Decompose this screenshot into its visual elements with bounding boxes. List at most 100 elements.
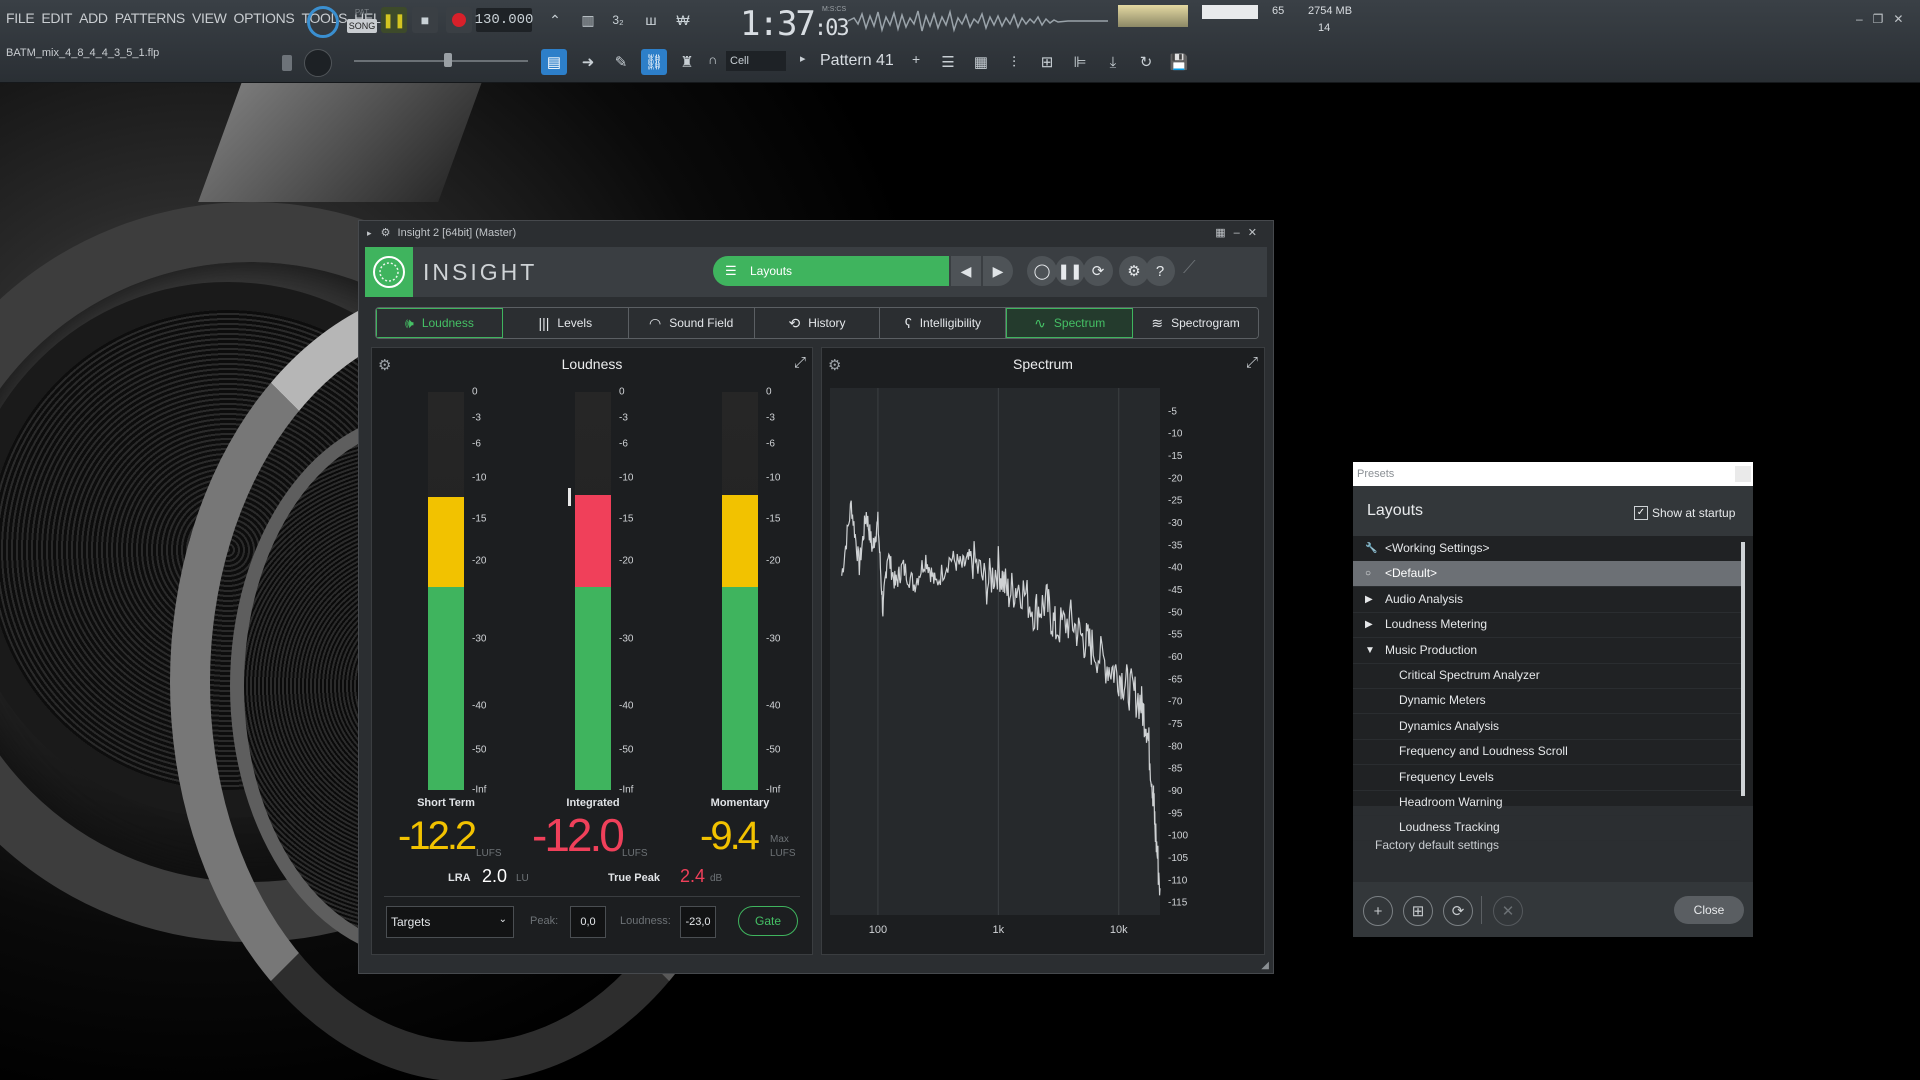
preset-item[interactable]: Headroom Warning <box>1353 790 1741 816</box>
download-icon[interactable]: ⤓ <box>1100 49 1126 75</box>
stamp-icon[interactable]: ♜ <box>674 49 700 75</box>
plugin-window-controls[interactable]: ▦–✕ <box>1215 221 1265 245</box>
tab-loudness[interactable]: 🕪 Loudness <box>376 308 503 338</box>
sync-icon[interactable]: ⟳ <box>1083 256 1113 286</box>
link-icon[interactable]: ⛓ <box>641 49 667 75</box>
play-button[interactable]: ❚❚ <box>381 7 407 33</box>
preset-item[interactable]: ▶ Audio Analysis <box>1353 587 1741 613</box>
playlist-icon[interactable]: ☰ <box>935 49 961 75</box>
previous-layout-button[interactable]: ◀ <box>951 256 981 286</box>
presets-titlebar[interactable]: Presets <box>1353 462 1753 486</box>
presets-scrollbar[interactable] <box>1741 542 1745 796</box>
x-tick-label: 10k <box>1110 924 1128 936</box>
presets-close-icon[interactable] <box>1735 466 1751 482</box>
window-controls[interactable]: –❐✕ <box>1856 12 1914 26</box>
add-pattern-icon[interactable]: + <box>912 51 920 67</box>
y-tick-label: -15 <box>1168 451 1183 462</box>
peak-target-input[interactable]: 0,0 <box>570 906 606 938</box>
plugin-picker-icon[interactable]: ⊫ <box>1067 49 1093 75</box>
loop-record-icon[interactable]: ₩ <box>670 8 696 32</box>
preset-item[interactable]: Critical Spectrum Analyzer <box>1353 663 1741 689</box>
preset-item[interactable]: Dynamics Analysis <box>1353 714 1741 740</box>
loudness-target-input[interactable]: -23,0 <box>680 906 716 938</box>
resize-grip-icon[interactable]: ◢ <box>1261 960 1269 971</box>
pause-icon[interactable]: ❚❚ <box>1055 256 1085 286</box>
tab-history[interactable]: ⟲ History <box>754 308 881 338</box>
magnet-icon[interactable]: ∩ <box>708 52 717 67</box>
close-button[interactable]: Close <box>1674 896 1744 924</box>
gate-button[interactable]: Gate <box>738 906 798 936</box>
tab-spectrogram[interactable]: ≋ Spectrogram <box>1133 308 1258 338</box>
next-layout-button[interactable]: ▶ <box>983 256 1013 286</box>
scale-tick-label: -15 <box>766 513 781 525</box>
snap-value: Cell <box>730 55 749 67</box>
help-icon[interactable]: ? <box>1145 256 1175 286</box>
targets-dropdown[interactable]: Targets ⌄ <box>386 906 514 938</box>
menu-options[interactable]: OPTIONS <box>234 10 295 26</box>
tab-intelligibility[interactable]: ʕ Intelligibility <box>880 308 1007 338</box>
tab-sound-field[interactable]: ◠ Sound Field <box>628 308 755 338</box>
add-folder-icon[interactable]: ⊞ <box>1403 896 1433 926</box>
divider <box>384 896 800 897</box>
pat-mode-label[interactable]: PAT <box>348 6 376 19</box>
mixer-icon[interactable]: ⫶ <box>1001 49 1027 75</box>
piano-roll-button[interactable]: ▤ <box>541 49 567 75</box>
tab-levels[interactable]: ||| Levels <box>502 308 629 338</box>
master-volume-knob[interactable] <box>304 49 332 77</box>
momentary-meter <box>722 392 758 790</box>
wait-record-icon[interactable]: ▥ <box>575 8 601 32</box>
snap-select[interactable]: Cell <box>726 51 786 71</box>
step-edit-icon[interactable]: ш <box>638 8 664 32</box>
plugin-gear-icon[interactable]: ⚙ <box>381 227 391 239</box>
collapse-arrow-icon[interactable]: ▸ <box>367 228 372 238</box>
loudness-expand-icon[interactable]: ⤢ <box>794 354 806 371</box>
preset-item[interactable]: Frequency and Loudness Scroll <box>1353 739 1741 766</box>
master-slider-handle[interactable] <box>444 53 452 67</box>
x-tick-label: 1k <box>993 924 1005 936</box>
browser-icon[interactable]: ⊞ <box>1034 49 1060 75</box>
pattern-prev-icon[interactable]: ▸ <box>800 52 806 65</box>
countdown-icon[interactable]: 3₂ <box>605 8 631 32</box>
tab-label: Spectrum <box>1053 316 1106 330</box>
arrow-icon[interactable]: ➜ <box>575 49 601 75</box>
insight-titlebar[interactable]: ▸ ⚙ Insight 2 [64bit] (Master) ▦–✕ <box>359 221 1273 245</box>
show-at-startup-checkbox[interactable]: ✓ <box>1634 506 1648 520</box>
master-slider-track[interactable] <box>354 60 528 62</box>
level-bars-icon: ||| <box>538 315 550 331</box>
refresh-icon[interactable]: ↻ <box>1133 49 1159 75</box>
menu-add[interactable]: ADD <box>79 10 108 26</box>
preset-item[interactable]: ○ <Default> <box>1353 561 1741 588</box>
preset-item[interactable]: ▶ Loudness Metering <box>1353 612 1741 639</box>
add-preset-icon[interactable]: + <box>1363 896 1393 926</box>
menu-patterns[interactable]: PATTERNS <box>115 10 186 26</box>
menu-edit[interactable]: EDIT <box>41 10 72 26</box>
meter-yellow-segment <box>428 497 464 587</box>
tab-spectrum[interactable]: ∿ Spectrum <box>1006 308 1134 338</box>
menu-file[interactable]: FILE <box>6 10 35 26</box>
reset-icon[interactable]: ◯ <box>1027 256 1057 286</box>
y-tick-label: -110 <box>1168 875 1188 886</box>
menu-view[interactable]: VIEW <box>192 10 227 26</box>
pattern-selector[interactable]: Pattern 41 <box>820 49 920 73</box>
tempo-display[interactable]: 130.000 <box>475 8 533 32</box>
y-tick-label: -45 <box>1168 585 1183 596</box>
master-pitch-icon[interactable] <box>282 55 292 71</box>
refresh-preset-icon[interactable]: ⟳ <box>1443 896 1473 926</box>
preset-item[interactable]: ▼ Music Production <box>1353 638 1741 664</box>
delete-preset-icon[interactable]: ✕ <box>1493 896 1523 926</box>
save-icon[interactable]: 💾 <box>1166 49 1192 75</box>
preset-item[interactable]: Frequency Levels <box>1353 765 1741 791</box>
brush-icon[interactable]: ✎ <box>608 49 634 75</box>
preset-item[interactable]: Dynamic Meters <box>1353 688 1741 715</box>
song-mode-button[interactable]: SONG <box>347 19 377 33</box>
record-button[interactable] <box>446 7 472 33</box>
channel-rack-icon[interactable]: ▦ <box>968 49 994 75</box>
presets-window: Presets Layouts ✓ Show at startup 🔧 <Work… <box>1353 462 1753 937</box>
layouts-button[interactable]: ☰ Layouts <box>713 256 949 286</box>
preset-item[interactable]: 🔧 <Working Settings> <box>1353 536 1741 562</box>
metronome-icon[interactable]: ⌃ <box>543 8 567 32</box>
stop-button[interactable]: ■ <box>412 7 438 33</box>
loudness-panel: ⚙ Loudness ⤢ 0 -3 -6 -10 -15 -20 -30 -40 -50 -Inf… <box>371 347 813 955</box>
scale-tick-label: -6 <box>766 438 775 450</box>
spectrum-expand-icon[interactable]: ⤢ <box>1246 354 1258 371</box>
